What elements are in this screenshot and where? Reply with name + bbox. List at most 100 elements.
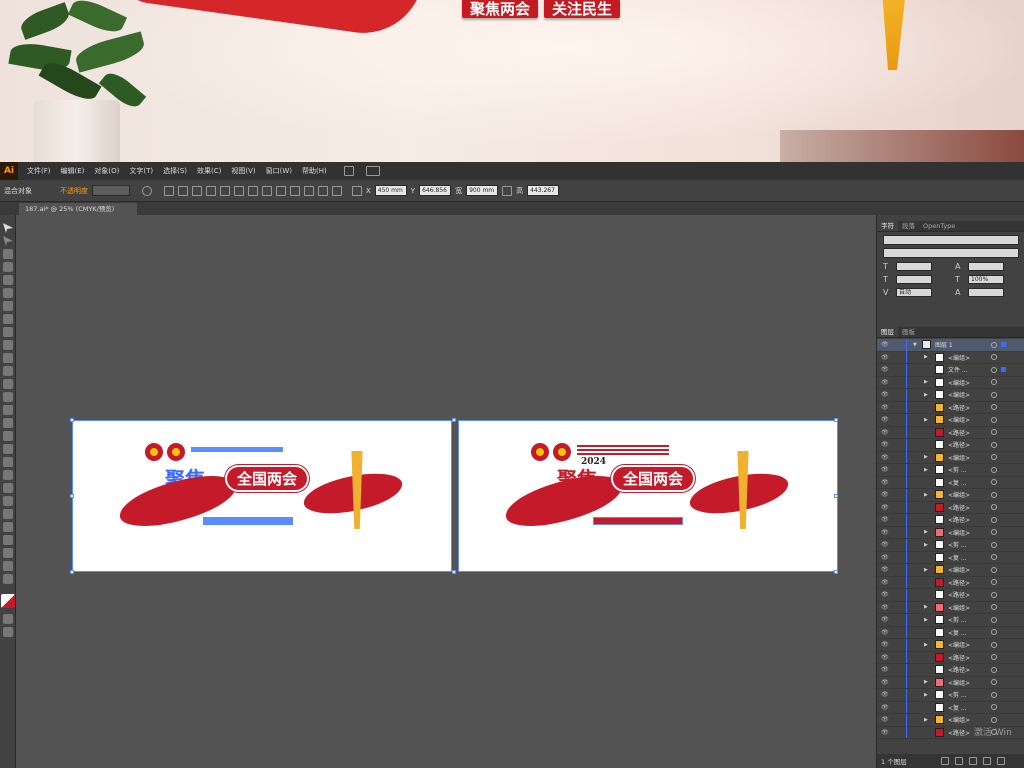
pencil-tool-icon[interactable] [3,340,13,350]
menu-object[interactable]: 对象(O) [89,162,124,180]
align-to-icon[interactable] [164,185,174,196]
layer-row[interactable]: 👁 ▶ <剪 ... [877,463,1024,477]
color-mode-icon[interactable] [3,614,13,624]
target-circle-icon[interactable] [991,554,997,561]
distribute-left-icon[interactable] [304,185,314,196]
expand-arrow-icon[interactable]: ▶ [924,642,928,648]
make-clipping-mask-icon[interactable] [954,757,963,765]
tab-layers[interactable]: 图层 [877,327,898,337]
layer-row[interactable]: 👁 ▶ <编组> [877,601,1024,614]
fill-stroke-icon[interactable] [1,594,15,608]
visibility-eye-icon[interactable]: 👁 [881,479,889,486]
target-circle-icon[interactable] [991,416,997,423]
target-circle-icon[interactable] [991,704,997,711]
hand-tool-icon[interactable] [3,561,13,571]
layer-row[interactable]: 👁 ▶ <编组> [877,351,1024,364]
selection-handle-ml[interactable] [70,494,74,498]
column-graph-tool-icon[interactable] [3,522,13,532]
layer-row[interactable]: 👁 <路径> [877,513,1024,527]
target-circle-icon[interactable] [991,541,997,548]
target-circle-icon[interactable] [991,479,997,486]
layer-row[interactable]: 👁 <路径> [877,501,1024,514]
distribute-right-icon[interactable] [332,185,342,196]
target-circle-icon[interactable] [991,616,997,623]
visibility-eye-icon[interactable]: 👁 [881,591,889,598]
selection-handle-tm[interactable] [452,418,456,422]
target-circle-icon[interactable] [991,716,997,723]
selection-tool-icon[interactable] [3,223,13,233]
target-circle-icon[interactable] [991,591,997,598]
distribute-top-icon[interactable] [262,185,272,196]
zoom-tool-icon[interactable] [3,574,13,584]
distribute-bottom-icon[interactable] [290,185,300,196]
leading-field[interactable] [968,262,1004,271]
target-circle-icon[interactable] [991,391,997,398]
selection-handle-bl[interactable] [70,570,74,574]
perspective-grid-tool-icon[interactable] [3,444,13,454]
visibility-eye-icon[interactable]: 👁 [881,529,889,536]
visibility-eye-icon[interactable]: 👁 [881,491,889,498]
visibility-eye-icon[interactable]: 👁 [881,641,889,648]
collapse-arrow-icon[interactable]: ▼ [913,342,917,348]
target-circle-icon[interactable] [991,566,997,573]
transform-reference-icon[interactable] [352,185,362,196]
layer-row[interactable]: 👁 ▶ <编组> [877,676,1024,689]
expand-arrow-icon[interactable]: ▶ [924,617,928,623]
align-top-icon[interactable] [220,185,230,196]
target-circle-icon[interactable] [991,429,997,436]
layer-row[interactable]: 👁 <路径> [877,576,1024,589]
layer-row[interactable]: 👁 ▶ <剪 ... [877,538,1024,552]
direct-selection-tool-icon[interactable] [3,236,13,246]
expand-arrow-icon[interactable]: ▶ [924,604,928,610]
height-field[interactable]: 443.267 [527,185,560,196]
lasso-tool-icon[interactable] [3,262,13,272]
visibility-eye-icon[interactable]: 👁 [881,629,889,636]
expand-arrow-icon[interactable]: ▶ [924,354,928,360]
menu-select[interactable]: 选择(S) [158,162,192,180]
selection-handle-tl[interactable] [70,418,74,422]
visibility-eye-icon[interactable]: 👁 [881,716,889,723]
layer-row[interactable]: 👁 ▶ <编组> [877,638,1024,652]
symbol-sprayer-tool-icon[interactable] [3,509,13,519]
rotate-tool-icon[interactable] [3,379,13,389]
layer-row[interactable]: 👁 ▶ <编组> [877,713,1024,727]
eyedropper-tool-icon[interactable] [3,483,13,493]
menu-type[interactable]: 文字(T) [124,162,158,180]
layer-row[interactable]: 👁 ▶ <编组> [877,526,1024,539]
arrange-documents-icon[interactable] [365,166,380,176]
expand-arrow-icon[interactable]: ▶ [924,717,928,723]
layer-row[interactable]: 👁 <复 ... [877,701,1024,714]
constrain-proportions-icon[interactable] [502,185,513,196]
expand-arrow-icon[interactable]: ▶ [924,467,928,473]
horizontal-scale-field[interactable]: 100% [968,275,1004,284]
layer-row[interactable]: 👁 ▶ <编组> [877,376,1024,389]
visibility-eye-icon[interactable]: 👁 [881,429,889,436]
align-hcenter-icon[interactable] [192,185,202,196]
layer-row[interactable]: 👁 ▶ <编组> [877,451,1024,464]
layer-row[interactable]: 👁 <复 ... [877,476,1024,489]
artboard-tool-icon[interactable] [3,535,13,545]
visibility-eye-icon[interactable]: 👁 [881,366,889,373]
target-circle-icon[interactable] [991,629,997,636]
blob-brush-tool-icon[interactable] [3,353,13,363]
magic-wand-tool-icon[interactable] [3,249,13,259]
visibility-eye-icon[interactable]: 👁 [881,616,889,623]
visibility-eye-icon[interactable]: 👁 [881,604,889,611]
layer-row[interactable]: 👁 ▶ <编组> [877,488,1024,502]
target-circle-icon[interactable] [991,679,997,686]
tab-paragraph[interactable]: 段落 [898,221,919,231]
visibility-eye-icon[interactable]: 👁 [881,516,889,523]
target-circle-icon[interactable] [991,654,997,661]
target-circle-icon[interactable] [991,441,997,448]
layer-row[interactable]: 👁 ▶ <编组> [877,413,1024,427]
vertical-scale-field[interactable] [896,275,932,284]
kerning-field[interactable]: 自动 [896,288,932,297]
target-circle-icon[interactable] [991,666,997,673]
visibility-eye-icon[interactable]: 👁 [881,404,889,411]
width-field[interactable]: 900 mm [466,185,499,196]
visibility-eye-icon[interactable]: 👁 [881,666,889,673]
scale-tool-icon[interactable] [3,392,13,402]
target-circle-icon[interactable] [991,691,997,698]
align-vcenter-icon[interactable] [234,185,244,196]
gradient-tool-icon[interactable] [3,470,13,480]
